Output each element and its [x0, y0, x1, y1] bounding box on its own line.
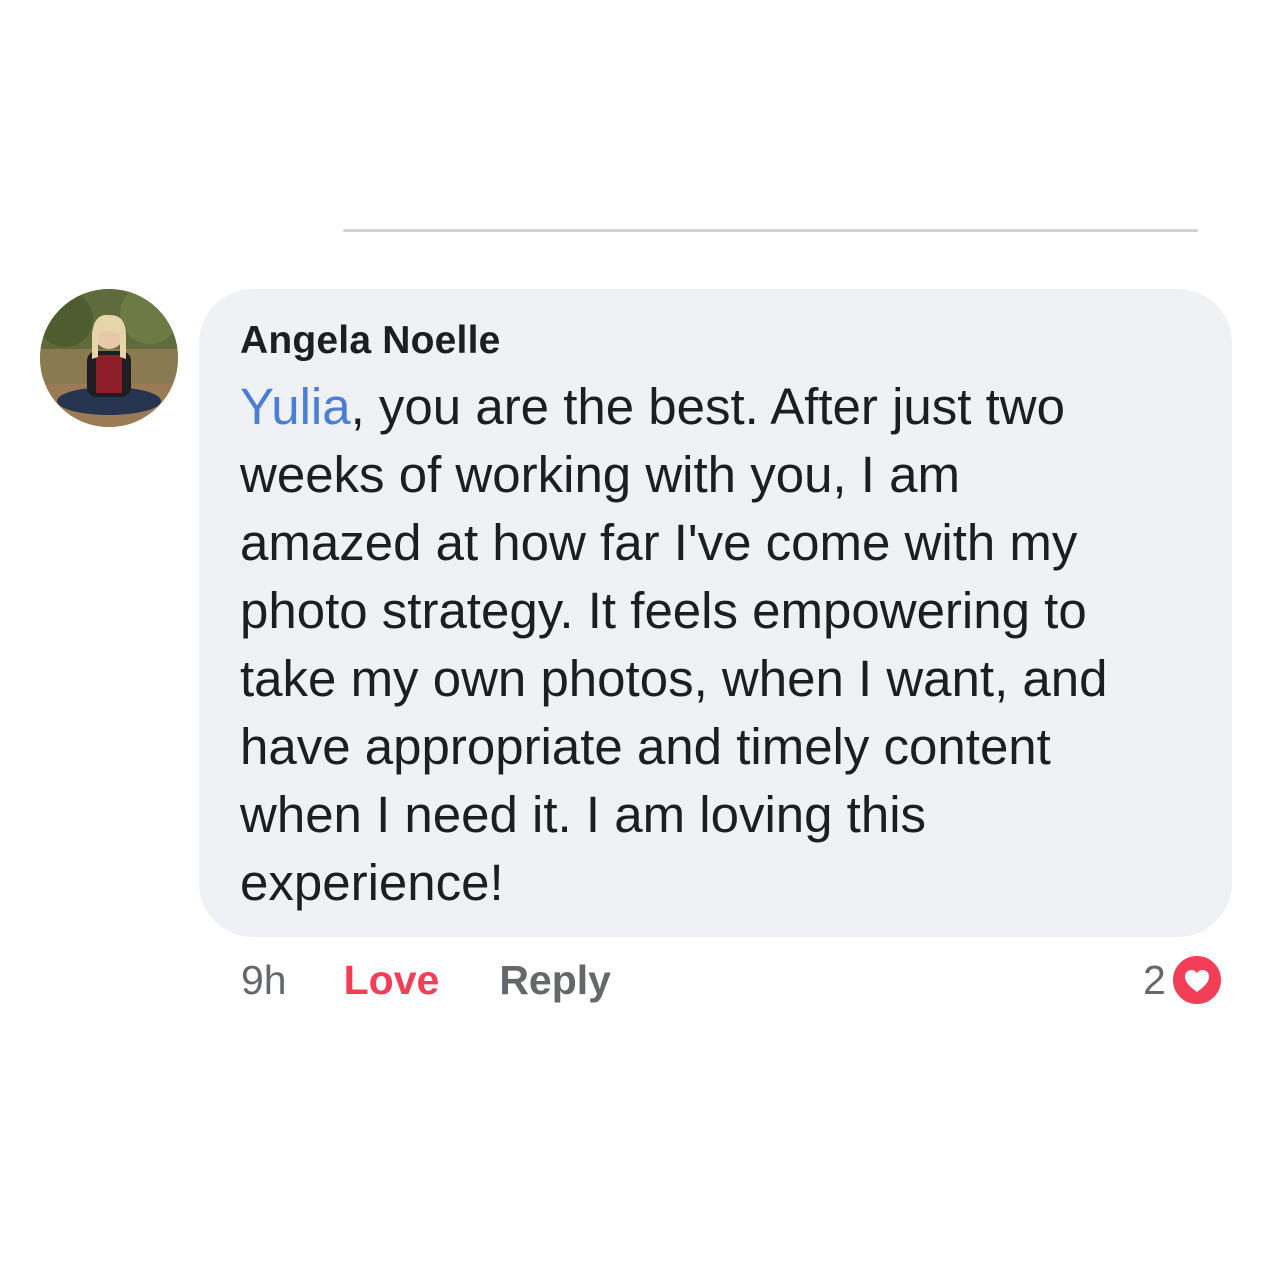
mention-link[interactable]: Yulia	[240, 378, 351, 435]
comment-line: when I need it. I am loving this	[240, 786, 927, 843]
comment-line: , you are the best. After just two	[350, 378, 1065, 435]
comment-line: photo strategy. It feels empowering to	[240, 582, 1087, 639]
comment-text: Yulia, you are the best. After just two w…	[240, 373, 1202, 917]
comment-author[interactable]: Angela Noelle	[240, 317, 1202, 365]
love-reaction-button[interactable]: Love	[344, 957, 440, 1004]
comment-bubble: Angela Noelle Yulia, you are the best. A…	[199, 289, 1232, 937]
comment-line: experience!	[240, 854, 504, 911]
comment-timestamp[interactable]: 9h	[241, 957, 287, 1004]
comment-line: have appropriate and timely content	[240, 718, 1051, 775]
comment-line: take my own photos, when I want, and	[240, 650, 1108, 707]
reply-button[interactable]: Reply	[499, 957, 611, 1004]
divider	[343, 229, 1198, 232]
reaction-count: 2	[1143, 956, 1166, 1003]
avatar[interactable]	[40, 289, 178, 427]
comment-line: amazed at how far I've come with my	[240, 514, 1078, 571]
comment-line: weeks of working with you, I am	[240, 446, 960, 503]
reaction-summary[interactable]: 2	[1143, 952, 1224, 1008]
comment-actions: 9h Love Reply	[241, 952, 611, 1008]
heart-icon	[1170, 953, 1224, 1007]
